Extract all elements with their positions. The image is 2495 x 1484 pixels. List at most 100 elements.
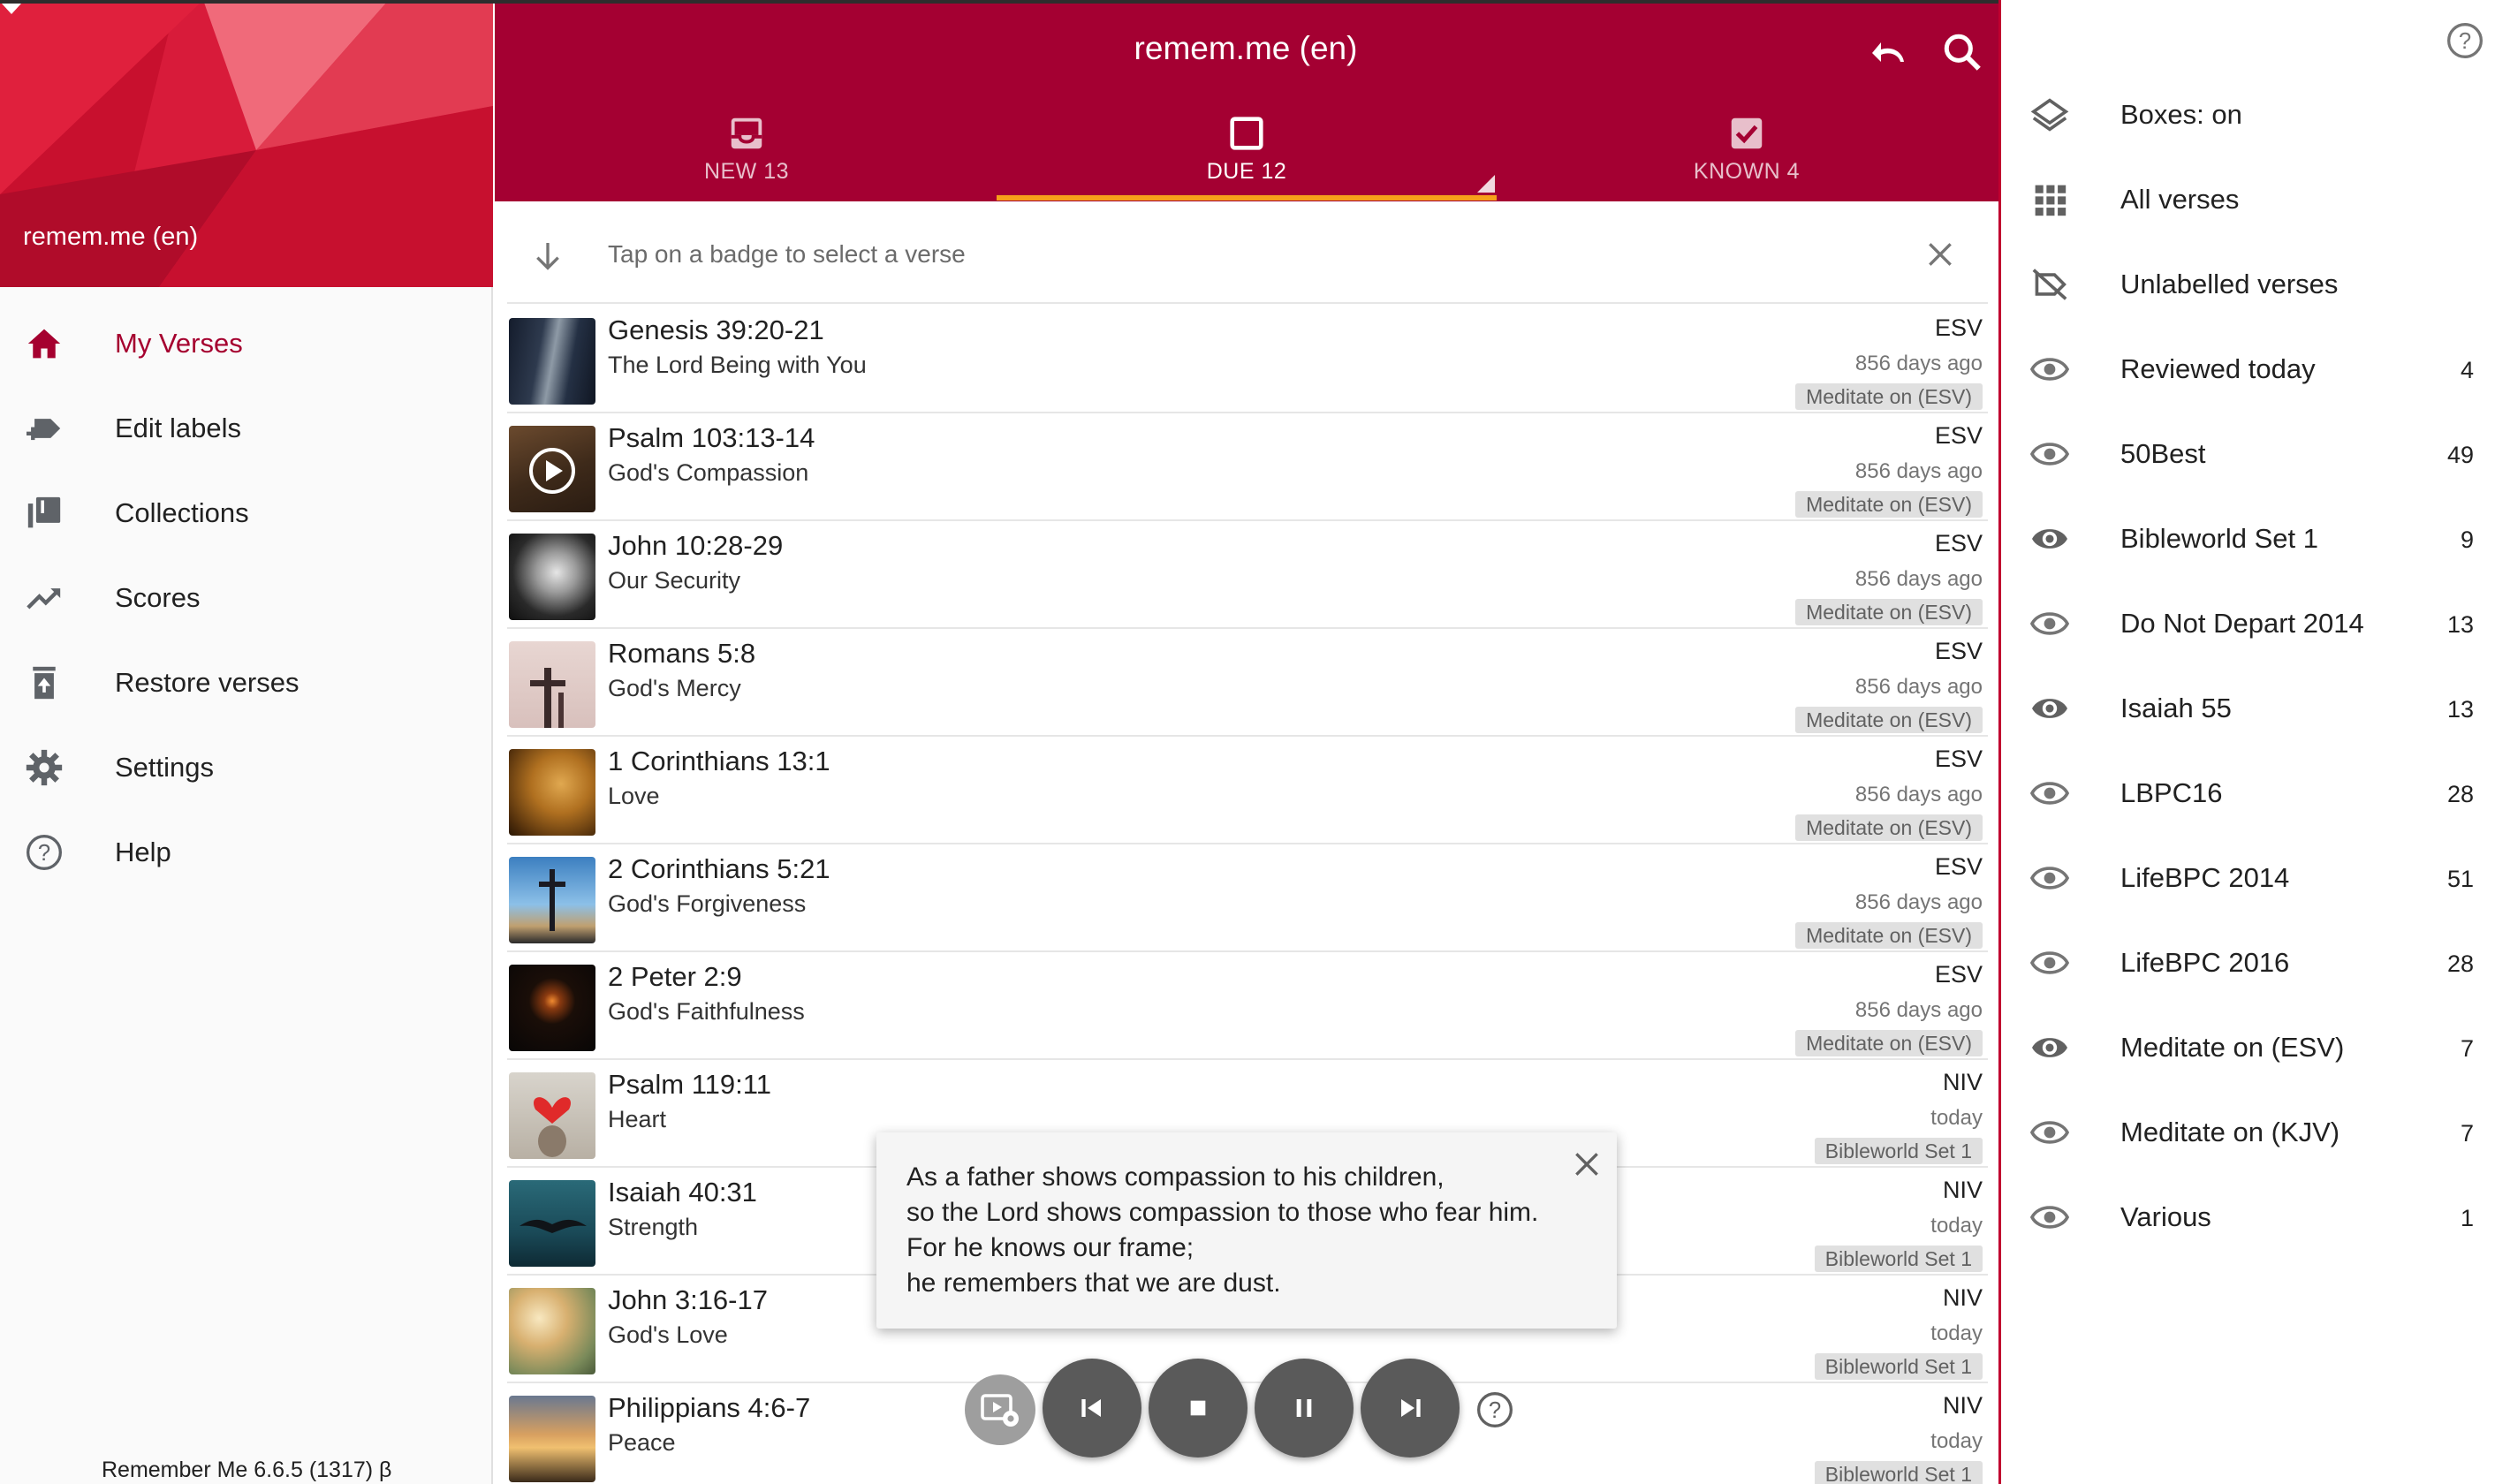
eye-filled-icon	[2032, 1038, 2067, 1057]
label-badge[interactable]: Meditate on (ESV)	[1795, 599, 1983, 625]
label-item[interactable]: Isaiah 55 13	[1998, 666, 2495, 751]
label-badge[interactable]: Meditate on (ESV)	[1795, 814, 1983, 841]
label-badge[interactable]: Bibleworld Set 1	[1814, 1138, 1983, 1164]
label-item[interactable]: Meditate on (KJV) 7	[1998, 1090, 2495, 1175]
arrow-down-icon[interactable]	[530, 238, 565, 274]
label-item[interactable]: 50Best 49	[1998, 412, 2495, 496]
verse-reference: Psalm 103:13-14	[608, 422, 815, 453]
verse-thumbnail	[509, 1180, 595, 1267]
player-settings-button[interactable]	[965, 1374, 1035, 1445]
verse-translation: NIV	[1942, 1284, 1983, 1311]
label-item[interactable]: Do Not Depart 2014 13	[1998, 581, 2495, 666]
verse-reference: 2 Peter 2:9	[608, 961, 742, 992]
label-badge[interactable]: Meditate on (ESV)	[1795, 383, 1983, 410]
sidebar-item-collections[interactable]: Collections	[0, 471, 493, 556]
label-off-icon	[2032, 269, 2067, 300]
list-item[interactable]: 1 Corinthians 13:1 Love ESV 856 days ago…	[507, 737, 1988, 844]
help-icon[interactable]: ?	[2446, 21, 2484, 60]
help-icon[interactable]: ?	[1475, 1390, 1514, 1429]
sidebar-item-settings[interactable]: Settings	[0, 725, 493, 810]
collections-icon	[0, 471, 115, 556]
sidebar-item-my-verses[interactable]: My Verses	[0, 301, 493, 386]
verse-last-reviewed: today	[1930, 1429, 1983, 1453]
label-item[interactable]: LifeBPC 2014 51	[1998, 836, 2495, 920]
label-badge[interactable]: Meditate on (ESV)	[1795, 707, 1983, 733]
label-item[interactable]: Bibleworld Set 1 9	[1998, 496, 2495, 581]
label-item[interactable]: Meditate on (ESV) 7	[1998, 1005, 2495, 1090]
label-badge[interactable]: Bibleworld Set 1	[1814, 1246, 1983, 1272]
verse-title: God's Love	[608, 1321, 728, 1348]
stop-button[interactable]	[1149, 1359, 1248, 1458]
label-item[interactable]: LifeBPC 2016 28	[1998, 920, 2495, 1005]
label-count: 1	[2460, 1205, 2474, 1231]
label-item[interactable]: LBPC16 28	[1998, 751, 2495, 836]
undo-icon[interactable]	[1868, 32, 1912, 74]
verse-text-line: As a father shows compassion to his chil…	[906, 1162, 1445, 1192]
label-badge[interactable]: Bibleworld Set 1	[1814, 1353, 1983, 1380]
next-button[interactable]	[1361, 1359, 1460, 1458]
grid-icon	[2035, 185, 2067, 216]
list-item[interactable]: 2 Peter 2:9 God's Faithfulness ESV 856 d…	[507, 952, 1988, 1060]
label-badge[interactable]: Meditate on (ESV)	[1795, 1030, 1983, 1056]
label-name: LBPC16	[2120, 777, 2223, 808]
label-name: Do Not Depart 2014	[2120, 608, 2364, 639]
eye-filled-icon	[2032, 529, 2067, 549]
close-icon[interactable]	[1922, 237, 1958, 272]
eye-icon	[2030, 951, 2069, 974]
sidebar-item-label: My Verses	[115, 328, 243, 359]
label-badge[interactable]: Bibleworld Set 1	[1814, 1461, 1983, 1484]
svg-text:?: ?	[2459, 29, 2471, 54]
sidebar-item-edit-labels[interactable]: Edit labels	[0, 386, 493, 471]
tab-new[interactable]: NEW 13	[497, 97, 997, 201]
pause-button[interactable]	[1255, 1359, 1354, 1458]
verse-last-reviewed: 856 days ago	[1854, 998, 1983, 1022]
sidebar-item-scores[interactable]: Scores	[0, 556, 493, 640]
tab-label: DUE 12	[1206, 159, 1287, 184]
verse-reference: Romans 5:8	[608, 638, 756, 669]
verse-last-reviewed: 856 days ago	[1854, 890, 1983, 914]
list-item[interactable]: Genesis 39:20-21 The Lord Being with You…	[507, 306, 1988, 413]
sidebar-item-label: Scores	[115, 582, 201, 613]
tab-due[interactable]: DUE 12	[997, 97, 1497, 201]
page-title: remem.me (en)	[1134, 30, 1358, 66]
verse-last-reviewed: today	[1930, 1106, 1983, 1130]
eye-icon	[2030, 443, 2069, 466]
list-item[interactable]: Philippians 4:6-7 Peace NIV today Biblew…	[507, 1383, 1988, 1484]
verse-thumbnail	[509, 641, 595, 728]
label-item[interactable]: Various 1	[1998, 1175, 2495, 1260]
label-badge[interactable]: Meditate on (ESV)	[1795, 922, 1983, 949]
list-item[interactable]: Psalm 103:13-14 God's Compassion ESV 856…	[507, 413, 1988, 521]
sidebar-item-help[interactable]: ? Help	[0, 810, 493, 895]
verse-thumbnail	[509, 534, 595, 620]
verse-thumbnail	[509, 749, 595, 836]
label-item-boxes[interactable]: Boxes: on	[1998, 72, 2495, 157]
play-icon[interactable]	[509, 426, 595, 512]
heart-graphic	[534, 1097, 571, 1157]
verse-thumbnail	[509, 857, 595, 943]
label-item-all-verses[interactable]: All verses	[1998, 157, 2495, 242]
gear-icon	[0, 725, 115, 810]
tab-known[interactable]: KNOWN 4	[1497, 97, 1997, 201]
account-name[interactable]: remem.me (en)	[23, 223, 198, 252]
restore-bin-icon	[0, 640, 115, 725]
verse-reference: Genesis 39:20-21	[608, 314, 824, 345]
label-badge[interactable]: Meditate on (ESV)	[1795, 491, 1983, 518]
drawer-header: remem.me (en)	[0, 0, 493, 287]
cross-silhouette	[539, 869, 565, 931]
label-item[interactable]: Reviewed today 4	[1998, 327, 2495, 412]
verse-reference: 1 Corinthians 13:1	[608, 746, 830, 776]
verse-title: Peace	[608, 1429, 676, 1456]
close-icon[interactable]	[1569, 1147, 1604, 1182]
layers-icon	[2030, 98, 2069, 132]
list-item[interactable]: Romans 5:8 God's Mercy ESV 856 days ago …	[507, 629, 1988, 737]
list-item[interactable]: 2 Corinthians 5:21 God's Forgiveness ESV…	[507, 844, 1988, 952]
sidebar-item-restore-verses[interactable]: Restore verses	[0, 640, 493, 725]
verse-text-popup: As a father shows compassion to his chil…	[876, 1132, 1617, 1329]
list-item[interactable]: John 10:28-29 Our Security ESV 856 days …	[507, 521, 1988, 629]
home-icon	[0, 301, 115, 386]
label-item-unlabelled[interactable]: Unlabelled verses	[1998, 242, 2495, 327]
sidebar-item-label: Collections	[115, 497, 249, 528]
sidebar-item-label: Edit labels	[115, 413, 242, 443]
search-icon[interactable]	[1940, 30, 1984, 74]
previous-button[interactable]	[1043, 1359, 1141, 1458]
